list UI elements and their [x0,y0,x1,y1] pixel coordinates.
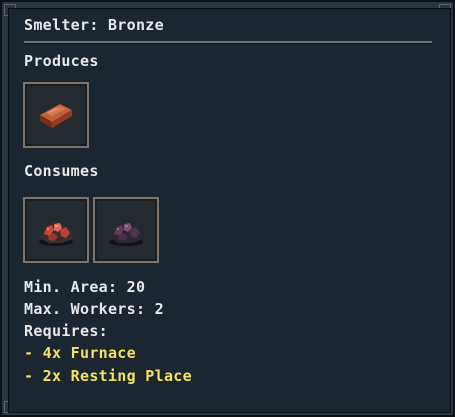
tooltip-title: Smelter: Bronze [24,16,164,34]
title-divider [24,41,432,44]
consumes-slot-2[interactable] [93,197,159,263]
copper-ore-icon [39,223,73,246]
consumes-label: Consumes [24,162,99,180]
tin-ore-icon [109,223,143,246]
building-tooltip-frame: Smelter: Bronze Produces Consumes Min. A… [0,0,455,417]
consumes-slot-1[interactable] [23,197,89,263]
requires-label: Requires: [24,322,108,340]
max-workers-text: Max. Workers: 2 [24,300,164,318]
bronze-ingot-icon [39,104,73,128]
produces-slot[interactable] [23,82,89,148]
min-area-text: Min. Area: 20 [24,278,146,296]
requirement-furnace: - 4x Furnace [24,344,136,362]
produces-label: Produces [24,52,99,70]
requirement-resting-place: - 2x Resting Place [24,367,192,385]
